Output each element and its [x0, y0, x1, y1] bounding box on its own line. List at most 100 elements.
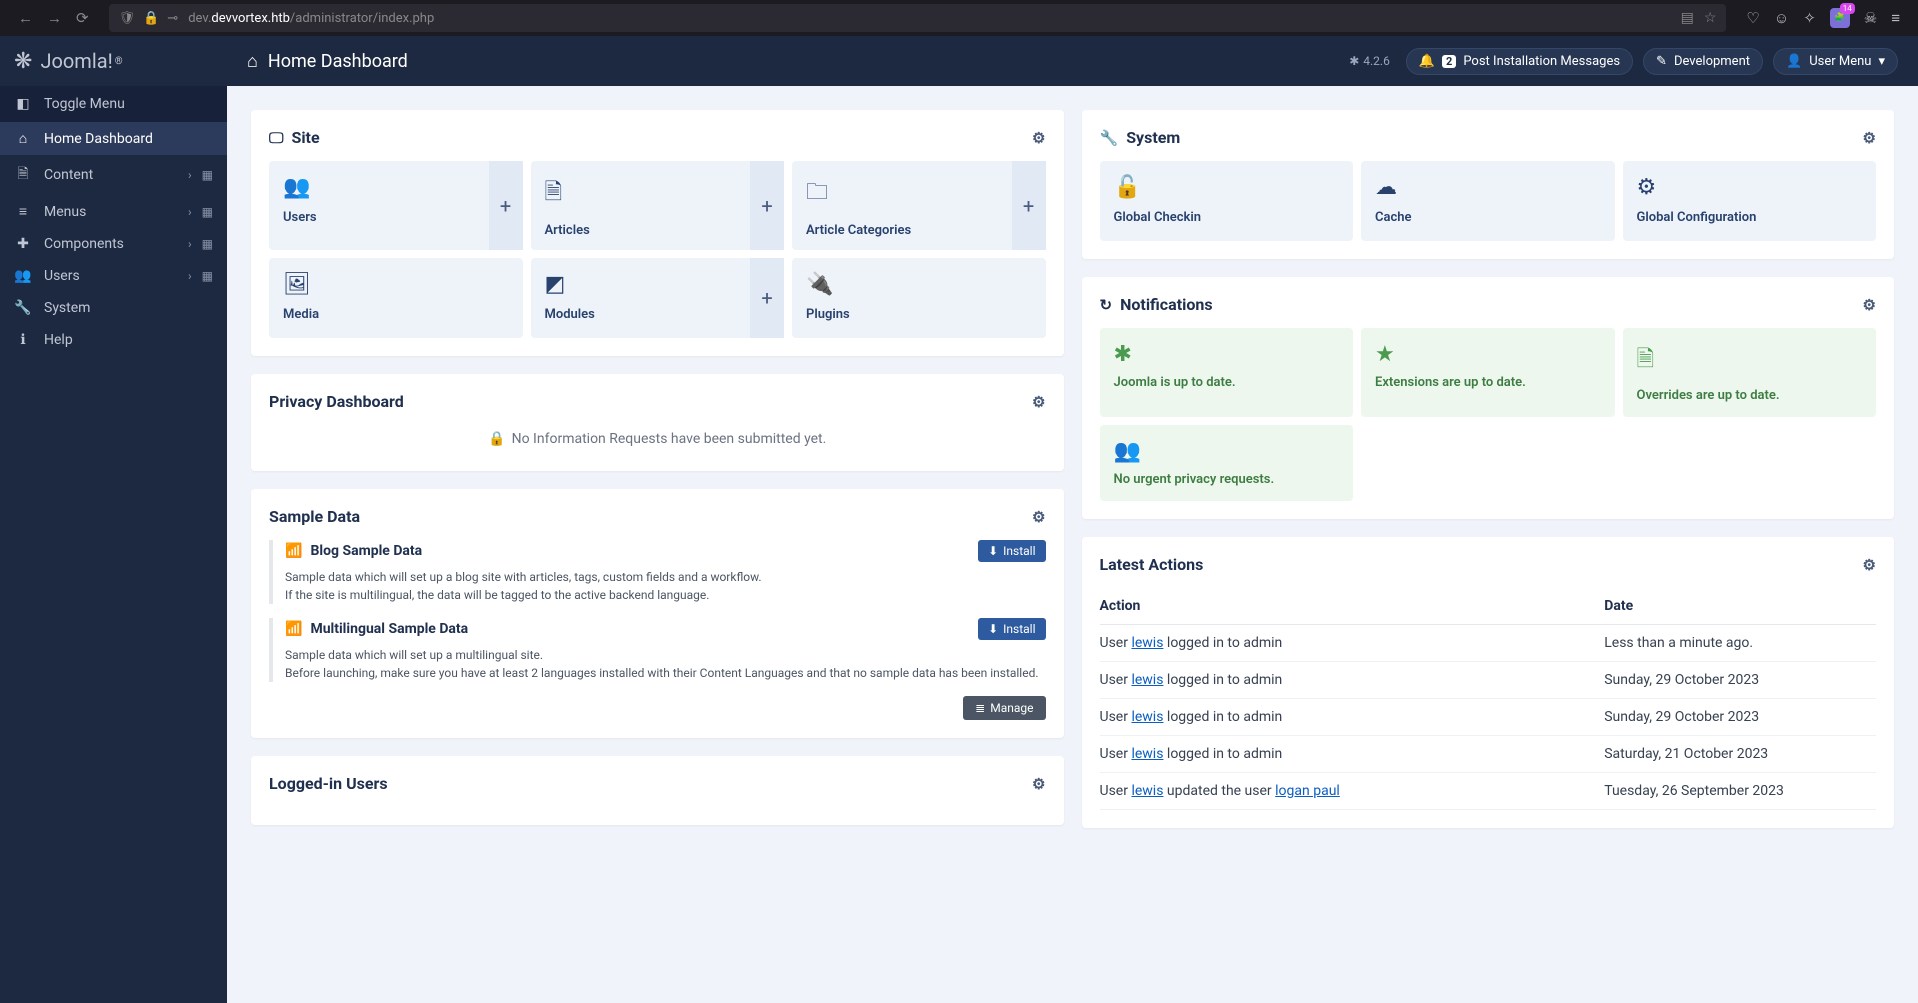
gear-icon[interactable]: ⚙	[1032, 775, 1045, 793]
target-user-link[interactable]: logan paul	[1275, 783, 1340, 799]
users-icon: 👥	[14, 268, 32, 284]
grid-icon[interactable]: ▦	[202, 205, 213, 219]
manage-button[interactable]: ≣Manage	[963, 696, 1045, 720]
sample-block-blog: 📶 Blog Sample Data ⬇Install Sample data …	[269, 540, 1046, 604]
table-row: User lewis updated the user logan paulTu…	[1100, 773, 1877, 810]
gear-icon[interactable]: ⚙	[1032, 393, 1045, 411]
sidebar-item-label: Menus	[44, 204, 86, 220]
development-button[interactable]: ✎ Development	[1643, 48, 1763, 75]
joomla-logo-icon: ❋	[14, 49, 32, 74]
plus-icon[interactable]: +	[750, 161, 784, 250]
tile-categories: 🗀Article Categories +	[792, 161, 1046, 250]
cloud-icon: ☁	[1375, 175, 1601, 200]
sync-icon: ↻	[1100, 296, 1113, 314]
tile-users: 👥Users +	[269, 161, 523, 250]
cube-icon: ◩	[545, 272, 737, 297]
url-text: dev.devvortex.htb/administrator/index.ph…	[188, 11, 434, 26]
user-link[interactable]: lewis	[1131, 635, 1163, 651]
sample-data-panel: Sample Data ⚙ 📶 Blog Sample Data ⬇Instal…	[251, 489, 1064, 738]
sidebar-item-components[interactable]: ✚ Components ›▦	[0, 228, 227, 260]
plus-icon[interactable]: +	[750, 258, 784, 338]
chevron-down-icon: ▾	[1878, 54, 1885, 69]
wrench-icon: 🔧	[1100, 129, 1119, 147]
sidebar-item-label: Components	[44, 236, 124, 252]
latest-actions-panel: Latest Actions ⚙ Action Date User lewis …	[1082, 537, 1895, 828]
user-link[interactable]: lewis	[1131, 746, 1163, 762]
plus-icon[interactable]: +	[489, 161, 523, 250]
version-tag[interactable]: ✱4.2.6	[1349, 54, 1390, 68]
table-row: User lewis logged in to adminSunday, 29 …	[1100, 662, 1877, 699]
table-row: User lewis logged in to adminLess than a…	[1100, 625, 1877, 662]
extensions-icon[interactable]: ✧	[1803, 9, 1816, 27]
file-icon: 🗎	[1637, 342, 1863, 380]
sidebar-item-home[interactable]: ⌂ Home Dashboard	[0, 122, 227, 155]
menu-icon[interactable]: ≡	[1891, 9, 1900, 27]
toggle-icon: ◧	[14, 96, 32, 112]
shield-icon: 🛡	[119, 11, 136, 26]
system-panel: 🔧 System ⚙ 🔓Global Checkin ☁Cache ⚙Globa…	[1082, 110, 1895, 259]
notif-extensions[interactable]: ★Extensions are up to date.	[1361, 328, 1615, 417]
sample-block-multilingual: 📶 Multilingual Sample Data ⬇Install Samp…	[269, 618, 1046, 682]
notifications-panel: ↻ Notifications ⚙ ✱Joomla is up to date.…	[1082, 277, 1895, 519]
gear-icon[interactable]: ⚙	[1863, 296, 1876, 314]
site-panel: 🖵 Site ⚙ 👥Users + 🗎Articles +	[251, 110, 1064, 356]
gear-icon[interactable]: ⚙	[1863, 129, 1876, 147]
home-icon: ⌂	[14, 130, 32, 147]
post-install-button[interactable]: 🔔 2 Post Installation Messages	[1406, 48, 1633, 75]
sample-title: Blog Sample Data	[310, 543, 422, 559]
toggle-label: Toggle Menu	[44, 96, 125, 112]
grid-icon[interactable]: ▦	[202, 269, 213, 283]
notif-overrides[interactable]: 🗎Overrides are up to date.	[1623, 328, 1877, 417]
date-cell: Sunday, 29 October 2023	[1604, 662, 1876, 699]
sidebar-item-system[interactable]: 🔧 System	[0, 292, 227, 324]
date-cell: Less than a minute ago.	[1604, 625, 1876, 662]
wrench-icon: 🔧	[14, 300, 32, 316]
privacy-message: 🔒 No Information Requests have been subm…	[269, 425, 1046, 453]
gear-icon[interactable]: ⚙	[1863, 556, 1876, 574]
grid-icon[interactable]: ▦	[202, 168, 213, 182]
wifi-icon: 📶	[285, 621, 302, 637]
tile-modules: ◩Modules +	[531, 258, 785, 338]
pocket-icon[interactable]: ♡	[1746, 9, 1759, 27]
tile-plugins: 🔌Plugins	[792, 258, 1046, 338]
lock-icon: 🔒	[488, 431, 505, 447]
grid-icon[interactable]: ▦	[202, 237, 213, 251]
sidebar-item-users[interactable]: 👥 Users ›▦	[0, 260, 227, 292]
brand-text: Joomla!	[40, 49, 112, 73]
extension-badge[interactable]: 🧩	[1830, 8, 1850, 28]
sidebar-item-content[interactable]: 🗎 Content ›▦	[0, 155, 227, 195]
url-bar[interactable]: 🛡 🔒 ⊸ dev.devvortex.htb/administrator/in…	[109, 4, 1727, 32]
back-icon[interactable]: ←	[18, 9, 33, 27]
star-icon: ★	[1375, 342, 1601, 367]
list-icon: ≡	[14, 203, 32, 220]
reload-icon[interactable]: ⟳	[76, 9, 89, 27]
install-button[interactable]: ⬇Install	[978, 540, 1045, 562]
table-row: User lewis logged in to adminSaturday, 2…	[1100, 736, 1877, 773]
user-link[interactable]: lewis	[1131, 783, 1163, 799]
user-link[interactable]: lewis	[1131, 709, 1163, 725]
notif-privacy[interactable]: 👥No urgent privacy requests.	[1100, 425, 1354, 501]
date-cell: Tuesday, 26 September 2023	[1604, 773, 1876, 810]
bookmark-icon[interactable]: ☆	[1704, 10, 1717, 26]
joomla-mark-icon: ✱	[1349, 54, 1359, 68]
page-title-wrap: ⌂ Home Dashboard	[247, 51, 408, 72]
skull-icon[interactable]: ☠	[1864, 9, 1877, 27]
topbar: ⌂ Home Dashboard ✱4.2.6 🔔 2 Post Install…	[227, 36, 1918, 86]
plus-icon[interactable]: +	[1012, 161, 1046, 250]
gear-icon[interactable]: ⚙	[1032, 508, 1045, 526]
sidebar-item-menus[interactable]: ≡ Menus ›▦	[0, 195, 227, 228]
gear-icon[interactable]: ⚙	[1032, 129, 1045, 147]
install-button[interactable]: ⬇Install	[978, 618, 1045, 640]
brand[interactable]: ❋ Joomla! ®	[0, 36, 227, 86]
user-link[interactable]: lewis	[1131, 672, 1163, 688]
sample-desc: Sample data which will set up a multilin…	[285, 646, 1046, 682]
sidebar-item-help[interactable]: ℹ Help	[0, 324, 227, 356]
chevron-right-icon: ›	[188, 269, 192, 283]
user-menu-button[interactable]: 👤 User Menu ▾	[1773, 48, 1898, 75]
account-icon[interactable]: ☺	[1774, 9, 1789, 27]
notif-joomla[interactable]: ✱Joomla is up to date.	[1100, 328, 1354, 417]
reader-icon[interactable]: ▤	[1681, 10, 1694, 26]
forward-icon[interactable]: →	[47, 9, 62, 27]
toggle-menu[interactable]: ◧ Toggle Menu	[0, 86, 227, 122]
file-icon: 🗎	[545, 175, 737, 213]
